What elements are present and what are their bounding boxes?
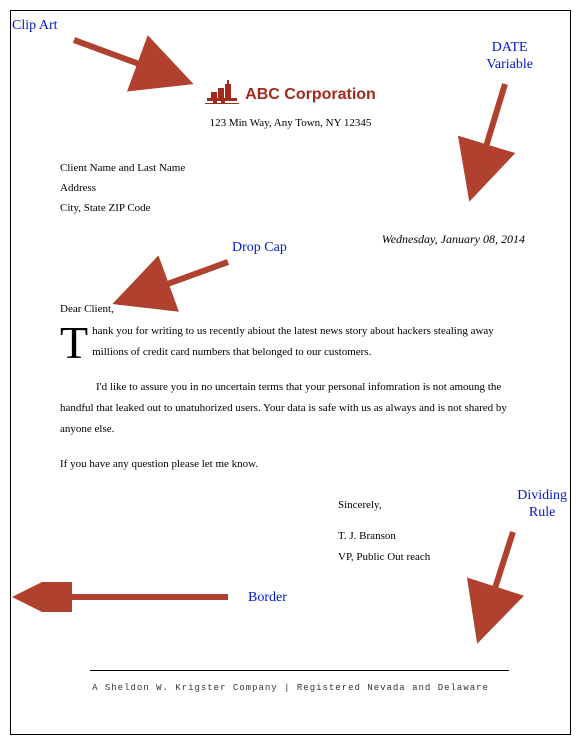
recipient-name: Client Name and Last Name [60, 159, 553, 179]
signer-title: VP, Public Out reach [338, 547, 553, 568]
signer-name: T. J. Branson [338, 526, 553, 547]
date-line: Wednesday, January 08, 2014 [28, 232, 525, 247]
page-content: ABC Corporation 123 Min Way, Any Town, N… [28, 20, 553, 725]
paragraph-2: I'd like to assure you in no uncertain t… [60, 377, 525, 440]
paragraph-1: T hank you for writing to us recently ab… [60, 321, 525, 363]
closing-block: Sincerely, T. J. Branson VP, Public Out … [338, 495, 553, 568]
letterhead: ABC Corporation 123 Min Way, Any Town, N… [28, 80, 553, 129]
drop-cap: T [60, 321, 92, 362]
recipient-address: Address [60, 179, 553, 199]
building-icon [205, 80, 239, 110]
paragraph-3: If you have any question please let me k… [60, 454, 525, 475]
dividing-rule [90, 670, 509, 671]
company-name: ABC Corporation [245, 86, 376, 104]
brand-row: ABC Corporation [205, 80, 376, 110]
company-address: 123 Min Way, Any Town, NY 12345 [28, 117, 553, 129]
paragraph-1-text: hank you for writing to us recently abio… [92, 325, 494, 358]
recipient-city-state-zip: City, State ZIP Code [60, 199, 553, 219]
closing-word: Sincerely, [338, 495, 553, 516]
recipient-block: Client Name and Last Name Address City, … [60, 159, 553, 218]
footer-text: A Sheldon W. Krigster Company | Register… [28, 683, 553, 693]
salutation: Dear Client, [60, 303, 553, 315]
